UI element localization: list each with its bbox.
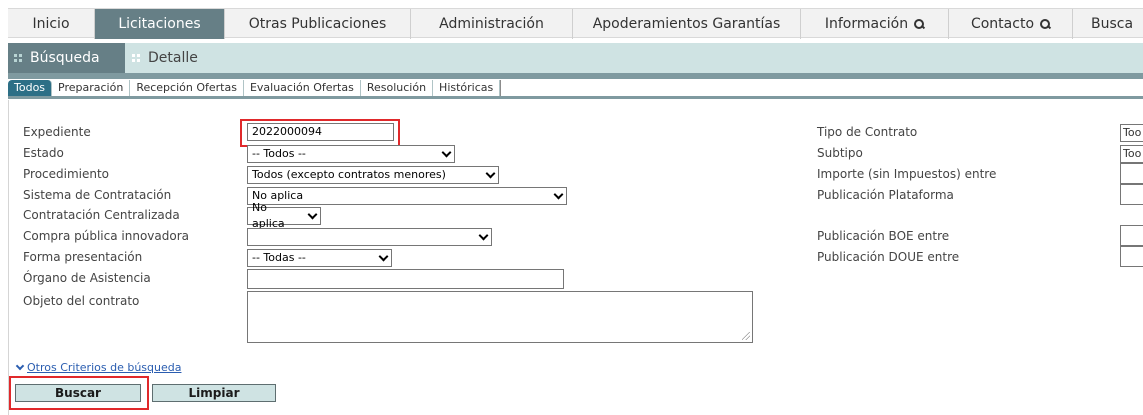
objeto-contrato-textarea[interactable] [247,291,753,343]
tab-evaluacion-ofertas[interactable]: Evaluación Ofertas [243,80,361,96]
nav-otras-publicaciones-label: Otras Publicaciones [248,16,387,32]
compra-innovadora-select[interactable] [247,228,492,246]
subnav-busqueda[interactable]: Búsqueda [8,43,125,73]
subnav-detalle-label: Detalle [148,50,198,66]
sub-navigation: Búsqueda Detalle [8,43,1143,73]
nav-busca-label: Busca [1091,16,1134,32]
expediente-input[interactable]: 2022000094 [247,123,394,141]
nav-inicio[interactable]: Inicio [8,9,95,39]
search-icon [1040,19,1051,29]
publicacion-plataforma-label: Publicación Plataforma [817,188,954,202]
chevron-down-icon [378,251,389,261]
nav-licitaciones-label: Licitaciones [118,16,201,32]
tipo-contrato-label: Tipo de Contrato [817,125,918,139]
tipo-contrato-select[interactable]: Too [1120,124,1143,142]
nav-administracion[interactable]: Administración [411,9,573,39]
nav-busca[interactable]: Busca [1073,9,1143,39]
drag-dots-icon [14,54,22,62]
estado-value: -- Todos -- [252,147,306,160]
nav-informacion[interactable]: Información [801,9,949,39]
tab-recepcion-ofertas[interactable]: Recepción Ofertas [130,80,244,96]
nav-licitaciones[interactable]: Licitaciones [95,9,225,39]
procedimiento-select[interactable]: Todos (excepto contratos menores) [247,166,499,184]
organo-asistencia-label: Órgano de Asistencia [23,271,151,285]
tab-todos[interactable]: Todos [8,80,53,96]
nav-inicio-label: Inicio [32,16,70,32]
publicacion-plataforma-input[interactable] [1120,184,1143,205]
chevron-down-icon [441,147,452,157]
limpiar-button[interactable]: Limpiar [152,384,276,402]
subnav-busqueda-label: Búsqueda [30,50,100,66]
subtipo-select[interactable]: Too [1120,145,1143,163]
estado-label: Estado [23,146,64,160]
forma-presentacion-label: Forma presentación [23,250,143,264]
otros-criterios-label: Otros Criterios de búsqueda [27,361,182,374]
importe-label: Importe (sin Impuestos) entre [817,167,997,181]
tabs-filler [500,80,1143,96]
nav-contacto[interactable]: Contacto [949,9,1073,39]
expediente-label: Expediente [23,125,91,139]
publicacion-boe-input[interactable] [1120,225,1143,246]
subtipo-label: Subtipo [817,146,863,160]
nav-administracion-label: Administración [439,16,544,32]
nav-contacto-label: Contacto [970,16,1035,32]
chevron-down-icon [478,230,489,240]
subnav-detalle[interactable]: Detalle [126,43,216,73]
chevron-down-icon [307,209,318,219]
compra-innovadora-label: Compra pública innovadora [23,229,189,243]
procedimiento-label: Procedimiento [23,167,110,181]
forma-presentacion-select[interactable]: -- Todas -- [247,249,392,267]
chevron-down-icon [15,361,25,370]
nav-apoderamientos[interactable]: Apoderamientos Garantías [573,9,801,39]
publicacion-boe-label: Publicación BOE entre [817,229,950,243]
estado-select[interactable]: -- Todos -- [247,145,455,163]
drag-dots-icon [132,54,140,62]
divider-band [8,73,1143,79]
tab-historicas[interactable]: Históricas [433,80,501,96]
chevron-down-icon [553,189,564,199]
importe-input[interactable] [1120,163,1143,184]
top-navigation: Inicio Licitaciones Otras Publicaciones … [0,0,1143,44]
tab-preparacion[interactable]: Preparación [52,80,131,96]
organo-asistencia-input[interactable] [247,269,564,289]
chevron-down-icon [485,168,496,178]
tab-resolucion[interactable]: Resolución [360,80,434,96]
nav-apoderamientos-label: Apoderamientos Garantías [592,16,781,32]
forma-presentacion-value: -- Todas -- [252,251,306,264]
top-nav-bar: Inicio Licitaciones Otras Publicaciones … [8,8,1143,39]
search-icon [914,19,925,29]
publicacion-doue-label: Publicación DOUE entre [817,250,960,264]
contratacion-centralizada-label: Contratación Centralizada [23,208,180,222]
buscar-button[interactable]: Buscar [15,384,141,402]
resize-grip-icon[interactable] [742,332,750,340]
nav-otras-publicaciones[interactable]: Otras Publicaciones [225,9,411,39]
contratacion-centralizada-select[interactable]: No aplica [247,201,321,230]
procedimiento-value: Todos (excepto contratos menores) [252,168,446,181]
nav-informacion-label: Información [824,16,909,32]
publicacion-doue-input[interactable] [1120,246,1143,267]
sistema-contratacion-label: Sistema de Contratación [23,188,172,202]
otros-criterios-link[interactable]: Otros Criterios de búsqueda [15,361,182,374]
objeto-contrato-label: Objeto del contrato [23,294,140,308]
state-tabs: Todos Preparación Recepción Ofertas Eval… [8,80,1143,99]
search-form: Expediente Estado Procedimiento Sistema … [8,100,1143,415]
